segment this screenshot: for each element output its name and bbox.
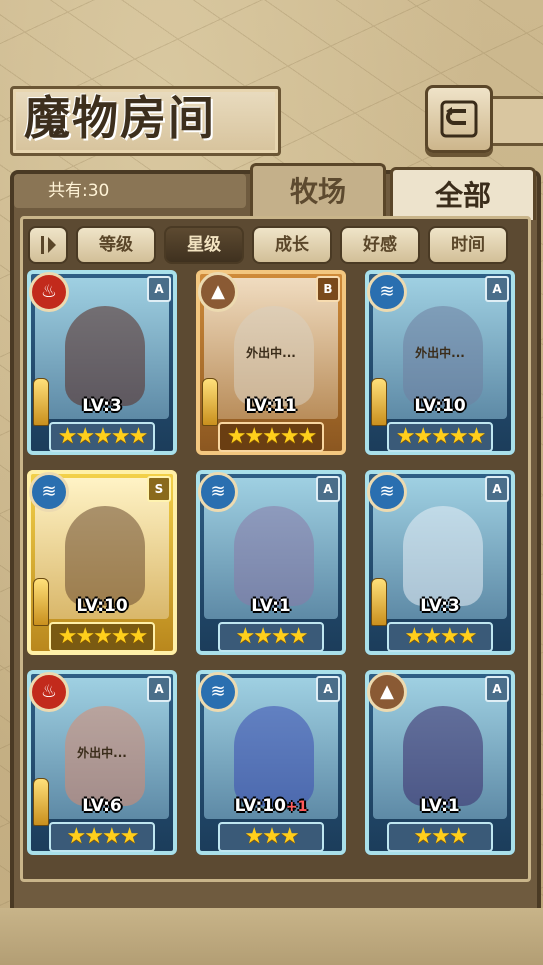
rank-badge: A [147,276,171,302]
level-label: LV:10 [414,396,466,416]
level-bonus: +1 [285,799,308,815]
rank-badge: A [316,676,340,702]
rank-badge: B [316,276,340,302]
monster-count: 共有:30 [48,181,110,201]
water-element-icon: ≋ [198,472,238,512]
bottom-decoration [0,908,543,965]
star-rating: ★★★★★ [218,422,324,452]
filter-star-button[interactable]: 星级 [164,226,244,264]
earth-element-icon: ▲ [198,272,238,312]
away-status: 外出中... [77,746,127,760]
level-label: LV:10+1 [196,796,346,816]
tab-farm[interactable]: 牧场 [250,163,386,216]
return-arrow-icon [440,100,478,138]
star-rating: ★★★★ [49,822,155,852]
star-rating: ★★★★★ [49,422,155,452]
monster-card[interactable]: ♨ A 外出中... LV:6 ★★★★ [27,670,177,855]
filter-growth-button[interactable]: 成长 [252,226,332,264]
sort-toggle-icon [41,236,56,254]
level-value: LV:10 [234,796,286,816]
rank-badge: A [485,276,509,302]
monster-card[interactable]: ≋ S LV:10 ★★★★★ [27,470,177,655]
monster-card[interactable]: ≋ A LV:3 ★★★★ [365,470,515,655]
filter-level-button[interactable]: 等级 [76,226,156,264]
rank-badge: S [147,476,171,502]
fire-element-icon: ♨ [29,272,69,312]
fire-element-icon: ♨ [29,672,69,712]
water-element-icon: ≋ [367,472,407,512]
back-button-frame [487,96,543,146]
rank-badge: A [316,476,340,502]
monster-card[interactable]: ♨ A LV:3 ★★★★★ [27,270,177,455]
star-rating: ★★★ [218,822,324,852]
monster-card[interactable]: ≋ A 外出中... LV:10 ★★★★★ [365,270,515,455]
level-label: LV:6 [82,796,122,816]
rank-badge: A [485,476,509,502]
away-status: 外出中... [415,346,465,360]
star-rating: ★★★★★ [49,622,155,652]
earth-element-icon: ▲ [367,672,407,712]
monster-card[interactable]: ≋ A LV:10+1 ★★★ [196,670,346,855]
monster-card[interactable]: ▲ B 外出中... LV:11 ★★★★★ [196,270,346,455]
level-label: LV:3 [420,596,460,616]
level-label: LV:1 [420,796,460,816]
level-label: LV:10 [76,596,128,616]
water-element-icon: ≋ [367,272,407,312]
monster-card[interactable]: ≋ A LV:1 ★★★★ [196,470,346,655]
rank-badge: A [147,676,171,702]
level-label: LV:3 [82,396,122,416]
star-rating: ★★★ [387,822,493,852]
star-rating: ★★★★★ [387,422,493,452]
tab-all[interactable]: 全部 [390,167,536,220]
star-rating: ★★★★ [387,622,493,652]
level-label: LV:1 [251,596,291,616]
sort-order-toggle-button[interactable] [28,226,68,264]
star-rating: ★★★★ [218,622,324,652]
water-element-icon: ≋ [198,672,238,712]
filter-affection-button[interactable]: 好感 [340,226,420,264]
rank-badge: A [485,676,509,702]
back-button[interactable] [425,85,493,153]
water-element-icon: ≋ [29,472,69,512]
away-status: 外出中... [246,346,296,360]
filter-time-button[interactable]: 时间 [428,226,508,264]
monster-card[interactable]: ▲ A LV:1 ★★★ [365,670,515,855]
page-title: 魔物房间 [24,91,216,145]
level-label: LV:11 [245,396,297,416]
